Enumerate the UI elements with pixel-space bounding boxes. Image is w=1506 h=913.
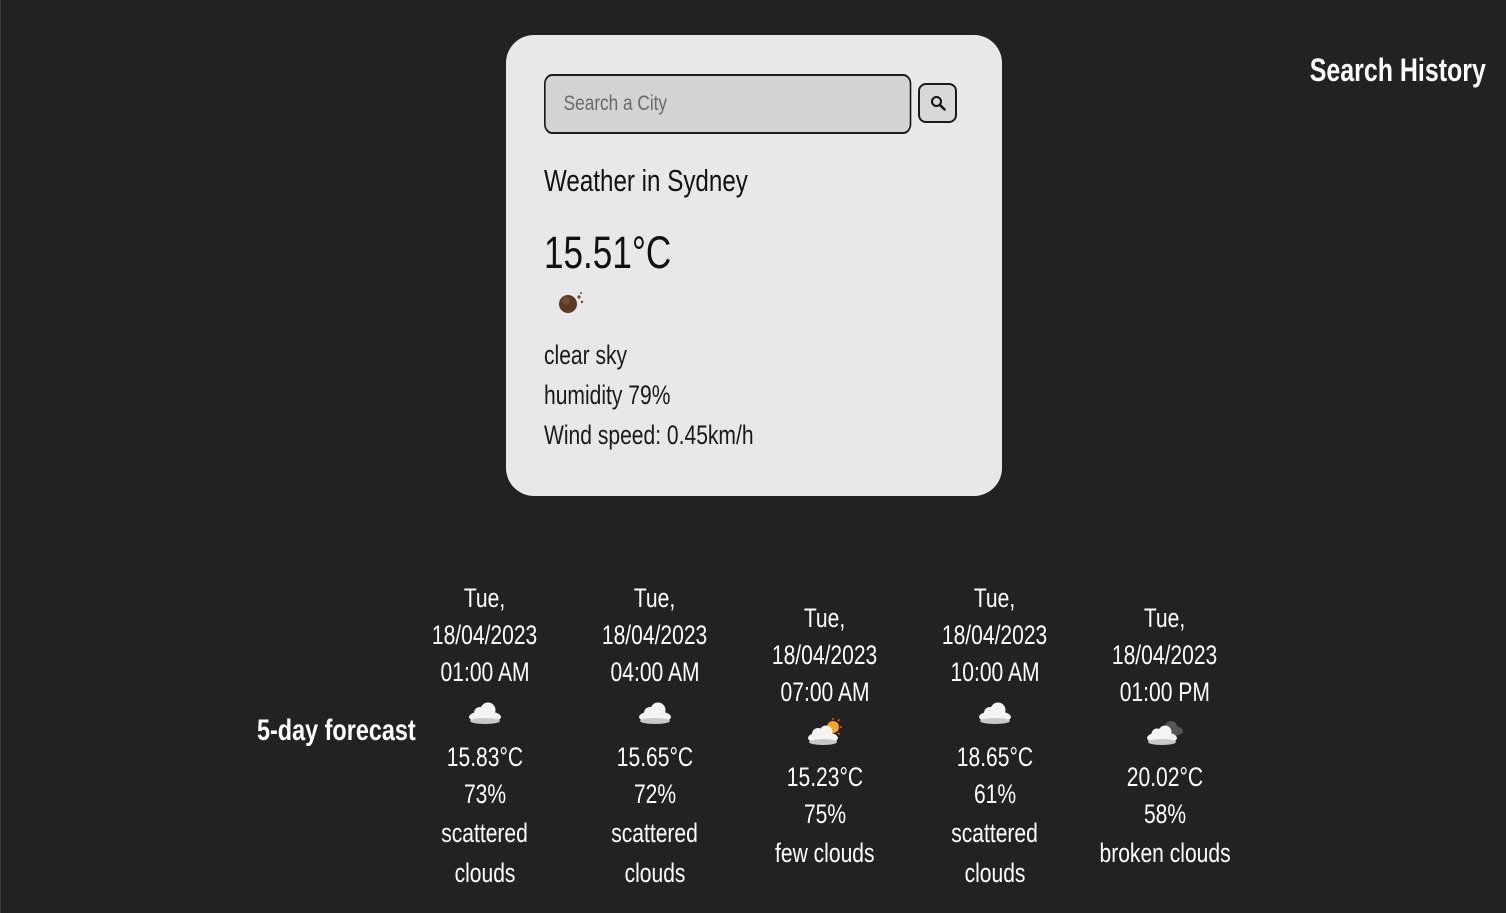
- forecast-time: 04:00 AM: [610, 657, 700, 687]
- forecast-item: Tue, 18/04/2023 07:00 AM 15.23°C 75% few: [740, 600, 910, 873]
- forecast-date: 18/04/2023: [432, 620, 538, 650]
- forecast-humidity: 72%: [633, 779, 677, 809]
- forecast-day: Tue,: [634, 583, 676, 613]
- forecast-date: 18/04/2023: [1112, 640, 1218, 670]
- forecast-description: clouds: [454, 858, 516, 888]
- forecast-temp: 20.02°C: [1126, 762, 1204, 792]
- forecast-list: Tue, 18/04/2023 01:00 AM 15.83°C 73% sca…: [400, 560, 1250, 913]
- forecast-description: clouds: [964, 858, 1026, 888]
- forecast-humidity: 61%: [973, 779, 1017, 809]
- forecast-time: 07:00 AM: [780, 677, 870, 707]
- forecast-temp: 18.65°C: [956, 742, 1034, 772]
- forecast-item: Tue, 18/04/2023 01:00 PM 20.02°C 58% bro…: [1080, 600, 1250, 873]
- scattered-clouds-icon: [639, 702, 671, 724]
- forecast-item: Tue, 18/04/2023 01:00 AM 15.83°C 73% sca…: [400, 580, 570, 893]
- forecast-item: Tue, 18/04/2023 10:00 AM 18.65°C 61% sca…: [910, 580, 1080, 893]
- forecast-humidity: 58%: [1143, 799, 1187, 829]
- forecast-description: scattered: [951, 818, 1039, 848]
- current-temperature: 15.51°C: [544, 227, 672, 278]
- forecast-description: few clouds: [775, 838, 875, 868]
- forecast-description: broken clouds: [1099, 838, 1231, 868]
- forecast-description: clouds: [624, 858, 686, 888]
- forecast-item: Tue, 18/04/2023 04:00 AM 15.65°C 72% sca…: [570, 580, 740, 893]
- forecast-date: 18/04/2023: [602, 620, 708, 650]
- forecast-description: scattered: [611, 818, 699, 848]
- forecast-time: 01:00 AM: [440, 657, 530, 687]
- scattered-clouds-icon: [979, 702, 1011, 724]
- forecast-day: Tue,: [974, 583, 1016, 613]
- weather-description: clear sky: [544, 340, 628, 370]
- forecast-description: scattered: [441, 818, 529, 848]
- search-history-title: Search History: [1309, 52, 1486, 88]
- search-input[interactable]: [544, 74, 912, 134]
- forecast-humidity: 75%: [803, 799, 847, 829]
- scattered-clouds-icon: [469, 702, 501, 724]
- forecast-time: 01:00 PM: [1119, 677, 1211, 707]
- humidity-value: humidity 79%: [544, 380, 671, 410]
- clear-sky-night-icon: [559, 292, 584, 313]
- forecast-temp: 15.23°C: [786, 762, 864, 792]
- search-button[interactable]: [918, 83, 957, 123]
- broken-clouds-icon: [1147, 721, 1183, 745]
- current-weather-card: Weather in Sydney 15.51°C clear sky humi…: [506, 35, 1002, 496]
- forecast-temp: 15.83°C: [446, 742, 524, 772]
- weather-app: Weather in Sydney 15.51°C clear sky humi…: [0, 0, 1506, 913]
- forecast-day: Tue,: [464, 583, 506, 613]
- forecast-temp: 15.65°C: [616, 742, 694, 772]
- forecast-day: Tue,: [1144, 603, 1186, 633]
- forecast-date: 18/04/2023: [942, 620, 1048, 650]
- wind-speed-value: Wind speed: 0.45km/h: [544, 420, 754, 450]
- forecast-day: Tue,: [804, 603, 846, 633]
- search-icon: [930, 96, 946, 111]
- forecast-time: 10:00 AM: [950, 657, 1040, 687]
- few-clouds-icon: [808, 718, 842, 745]
- city-title: Weather in Sydney: [544, 163, 748, 198]
- forecast-humidity: 73%: [463, 779, 507, 809]
- forecast-date: 18/04/2023: [772, 640, 878, 670]
